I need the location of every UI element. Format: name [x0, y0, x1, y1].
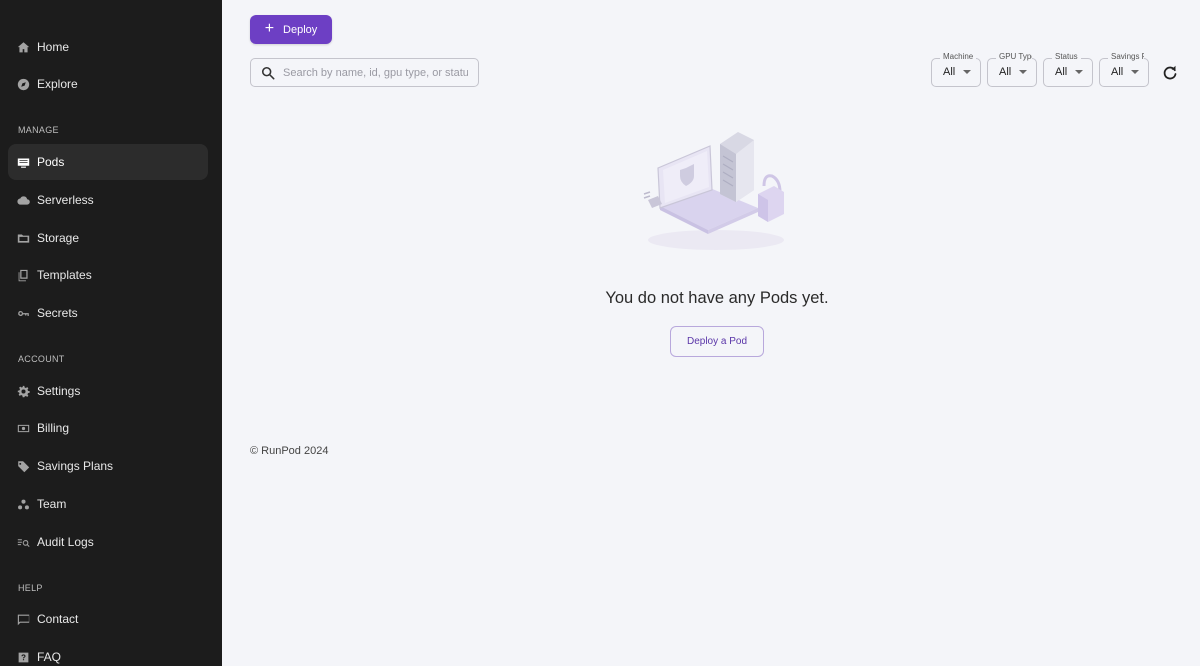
sidebar-item-label: Contact — [37, 612, 79, 626]
filter-value: All — [1055, 66, 1068, 78]
sidebar-item-label: Team — [37, 497, 67, 511]
chat-icon — [16, 612, 30, 626]
key-icon — [16, 306, 30, 320]
sidebar-item-label: Audit Logs — [37, 535, 94, 549]
sidebar-item-label: Serverless — [37, 193, 94, 207]
sidebar-item-faq[interactable]: FAQ — [8, 639, 208, 666]
empty-state-message: You do not have any Pods yet. — [605, 289, 829, 307]
sidebar-item-serverless[interactable]: Serverless — [8, 182, 208, 218]
gear-icon — [16, 384, 30, 398]
sidebar-item-pods[interactable]: Pods — [8, 144, 208, 180]
filter-gpu-type[interactable]: GPU Type All — [987, 52, 1037, 87]
caret-down-icon — [1075, 70, 1083, 74]
search-box[interactable] — [250, 58, 479, 87]
empty-pods-illustration — [643, 132, 784, 250]
footer-copyright: © RunPod 2024 — [250, 445, 329, 457]
sidebar-item-label: Templates — [37, 268, 92, 282]
help-icon — [16, 650, 30, 664]
sidebar-item-label: Settings — [37, 384, 81, 398]
sidebar-item-billing[interactable]: Billing — [8, 410, 208, 446]
filter-status[interactable]: Status All — [1043, 52, 1093, 87]
sidebar-item-label: Explore — [37, 77, 78, 91]
deploy-button[interactable]: + Deploy — [250, 15, 332, 44]
storage-icon — [16, 231, 30, 245]
sidebar-item-secrets[interactable]: Secrets — [8, 295, 208, 331]
tag-icon — [16, 459, 30, 473]
team-icon — [16, 497, 30, 511]
sidebar-item-label: FAQ — [37, 650, 62, 664]
audit-icon — [16, 535, 30, 549]
sidebar-item-settings[interactable]: Settings — [8, 373, 208, 409]
section-label-help: HELP — [18, 583, 43, 593]
filter-value: All — [943, 66, 956, 78]
sidebar-item-savings-plans[interactable]: Savings Plans — [8, 448, 208, 484]
sidebar-item-label: Storage — [37, 231, 80, 245]
section-label-account: ACCOUNT — [18, 354, 65, 364]
filter-savings-plan[interactable]: Savings Plan All — [1099, 52, 1149, 87]
search-input[interactable] — [283, 66, 468, 79]
filter-legend: Status — [1052, 52, 1081, 61]
filter-legend: Savings Plan — [1108, 52, 1144, 61]
sidebar-item-label: Home — [37, 40, 70, 54]
caret-down-icon — [1131, 70, 1139, 74]
templates-icon — [16, 268, 30, 282]
home-icon — [16, 40, 30, 54]
refresh-icon[interactable] — [1162, 65, 1178, 81]
section-label-manage: MANAGE — [18, 125, 59, 135]
sidebar-item-contact[interactable]: Contact — [8, 601, 208, 637]
caret-down-icon — [1019, 70, 1027, 74]
filter-value: All — [1111, 66, 1124, 78]
sidebar-item-audit-logs[interactable]: Audit Logs — [8, 524, 208, 560]
sidebar-item-explore[interactable]: Explore — [8, 66, 208, 102]
plus-icon: + — [264, 19, 275, 37]
filter-value: All — [999, 66, 1012, 78]
search-icon — [261, 66, 275, 79]
sidebar-item-templates[interactable]: Templates — [8, 257, 208, 293]
sidebar-item-storage[interactable]: Storage — [8, 220, 208, 256]
sidebar-item-label: Pods — [37, 155, 65, 169]
sidebar-item-label: Secrets — [37, 306, 78, 320]
cloud-icon — [16, 193, 30, 207]
billing-icon — [16, 421, 30, 435]
pods-icon — [16, 155, 30, 169]
deploy-button-label: Deploy — [283, 23, 318, 36]
filter-legend: Machine — [940, 52, 976, 61]
sidebar-item-label: Savings Plans — [37, 459, 114, 473]
sidebar-item-home[interactable]: Home — [8, 29, 208, 65]
deploy-a-pod-button[interactable]: Deploy a Pod — [670, 326, 764, 357]
sidebar-item-label: Billing — [37, 421, 70, 435]
filter-legend: GPU Type — [996, 52, 1032, 61]
sidebar: Home Explore MANAGE Pods Serverless Stor… — [0, 0, 222, 666]
filter-machine[interactable]: Machine All — [931, 52, 981, 87]
sidebar-item-team[interactable]: Team — [8, 486, 208, 522]
caret-down-icon — [963, 70, 971, 74]
compass-icon — [16, 77, 30, 91]
